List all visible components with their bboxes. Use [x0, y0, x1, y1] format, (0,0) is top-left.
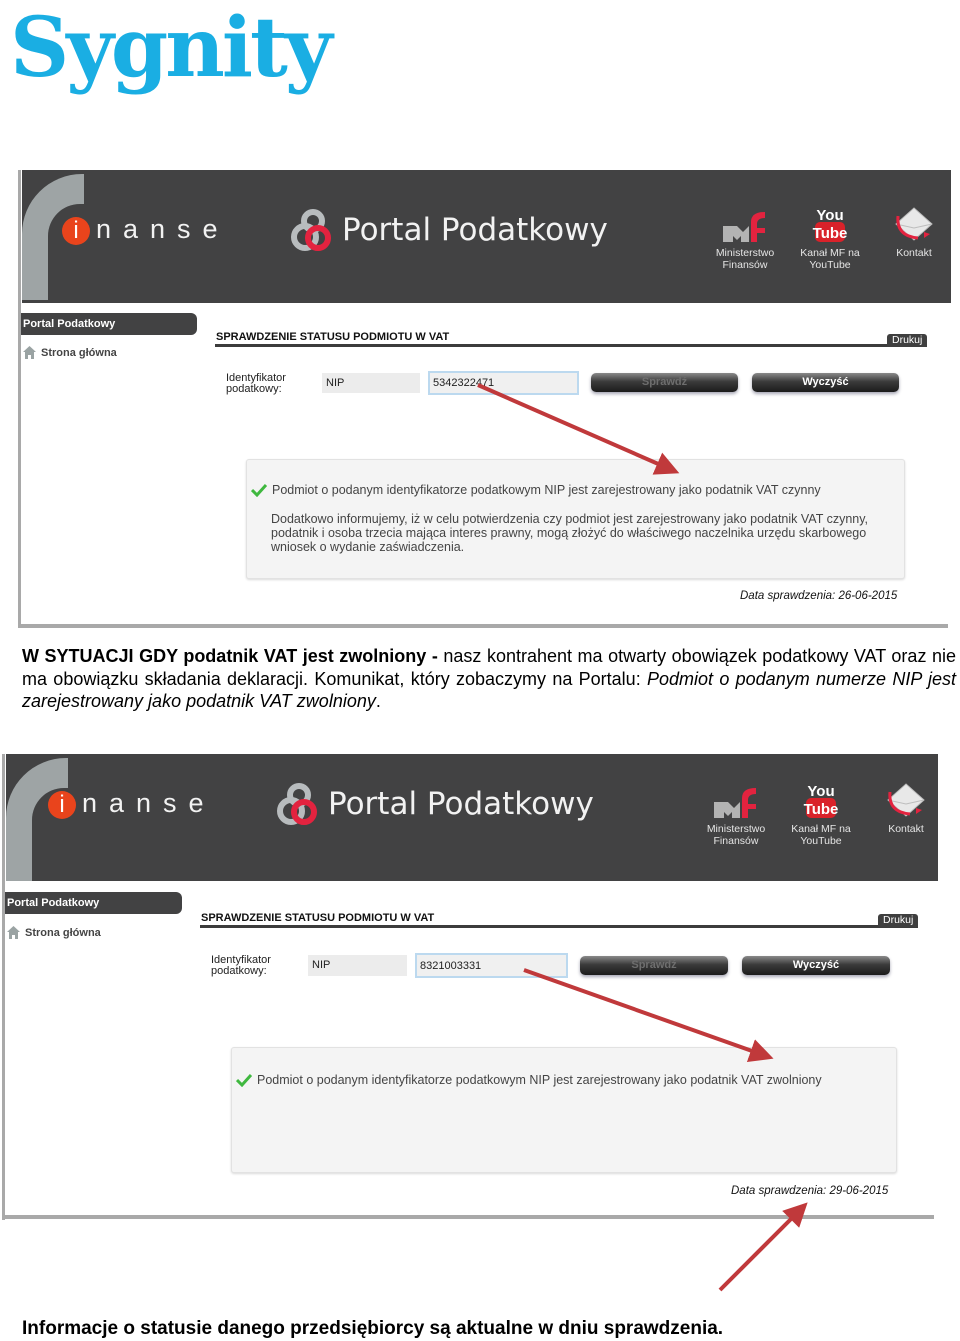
check-icon: [236, 1073, 252, 1087]
portal-title: Portal Podatkowy: [328, 786, 594, 822]
svg-text:Tube: Tube: [804, 801, 839, 818]
youtube-icon: You Tube: [804, 783, 839, 818]
field-label-line: podatkowy:: [226, 383, 282, 395]
sidebar-item-home[interactable]: Strona główna: [23, 346, 117, 359]
sidebar-header: Portal Podatkowy: [5, 892, 182, 914]
envelope-icon: [895, 207, 933, 241]
frame-border: [2, 754, 5, 1220]
clear-button[interactable]: Wyczyść: [742, 956, 890, 975]
frame-border: [18, 170, 21, 628]
nav-label: Finansów: [713, 835, 759, 847]
print-button[interactable]: Drukuj: [878, 914, 919, 927]
section-divider: [215, 344, 927, 347]
nav-label: YouTube: [809, 259, 851, 271]
result-panel: Podmiot o podanym identyfikatorze podatk…: [231, 1047, 897, 1173]
nav-label: Kontakt: [888, 823, 924, 835]
portal-rings-icon: [291, 209, 331, 251]
result-note: Dodatkowo informujemy, iż w celu potwier…: [271, 512, 869, 554]
sidebar-item-label: Strona główna: [41, 346, 117, 359]
nav-link-ministerstwo[interactable]: Ministerstwo Finansów: [696, 786, 776, 847]
finanse-i-logo: i: [48, 791, 76, 819]
nip-input[interactable]: [415, 953, 568, 978]
mf-logo-icon: [723, 212, 765, 242]
section-title: SPRAWDZENIE STATUSU PODMIOTU W VAT: [216, 331, 450, 343]
svg-text:Tube: Tube: [813, 225, 848, 242]
portal-screenshot-verified-active: i nanse Portal Podatkowy Ministerstwo Fi…: [18, 170, 952, 628]
finanse-brand-text: nanse: [82, 788, 216, 818]
portal-title: Portal Podatkowy: [342, 212, 608, 248]
paragraph-lead: W SYTUACJI GDY podatnik VAT jest zwolnio…: [22, 646, 438, 666]
portal-screenshot-verified-exempt: i nanse Portal Podatkowy Ministerstwo Fi…: [2, 754, 940, 1220]
nav-link-kontakt[interactable]: Kontakt: [874, 206, 951, 259]
id-type-field[interactable]: NIP: [308, 955, 407, 976]
mf-logo-icon: [714, 788, 756, 818]
print-button[interactable]: Drukuj: [887, 334, 928, 347]
finanse-i-logo: i: [62, 217, 90, 245]
nav-link-kontakt[interactable]: Kontakt: [866, 782, 938, 835]
envelope-icon: [887, 783, 925, 817]
result-message-text: Podmiot o podanym identyfikatorze podatk…: [272, 483, 821, 497]
result-panel: Podmiot o podanym identyfikatorze podatk…: [246, 459, 905, 579]
field-label: Identyfikator podatkowy:: [211, 955, 271, 977]
portal-banner: i nanse Portal Podatkowy Ministerstwo Fi…: [6, 754, 938, 881]
arrow-to-check-date: [718, 1202, 808, 1292]
svg-text:You: You: [816, 207, 843, 224]
svg-text:You: You: [807, 783, 834, 800]
nav-link-youtube[interactable]: You Tube Kanał MF na YouTube: [790, 207, 870, 271]
explanatory-paragraph: W SYTUACJI GDY podatnik VAT jest zwolnio…: [22, 645, 956, 713]
footer-note: Informacje o statusie danego przedsiębio…: [22, 1318, 724, 1339]
sidebar-header: Portal Podatkowy: [21, 313, 197, 335]
nav-label: Kanał MF na: [791, 823, 851, 835]
result-message: Podmiot o podanym identyfikatorze podatk…: [236, 1073, 822, 1087]
section-divider: [200, 925, 918, 928]
check-button[interactable]: Sprawdź: [580, 956, 728, 975]
result-message: Podmiot o podanym identyfikatorze podatk…: [251, 483, 821, 497]
nav-link-youtube[interactable]: You Tube Kanał MF na YouTube: [781, 783, 861, 847]
clear-button[interactable]: Wyczyść: [752, 373, 899, 392]
house-icon: [7, 926, 20, 939]
sidebar-item-label: Strona główna: [25, 926, 101, 939]
nip-input[interactable]: [428, 371, 579, 395]
nav-label: Finansów: [722, 259, 768, 271]
check-icon: [251, 483, 267, 497]
finanse-brand-text: nanse: [96, 214, 230, 244]
check-date: Data sprawdzenia: 26-06-2015: [740, 590, 898, 602]
frame-border: [18, 624, 948, 628]
check-date: Data sprawdzenia: 29-06-2015: [731, 1185, 889, 1197]
nav-label: Kontakt: [896, 247, 932, 259]
sygnity-logo: Sygnity: [10, 0, 332, 96]
check-button[interactable]: Sprawdź: [591, 373, 738, 392]
nav-link-ministerstwo[interactable]: Ministerstwo Finansów: [705, 210, 785, 271]
result-message-text: Podmiot o podanym identyfikatorze podatk…: [257, 1073, 822, 1087]
field-label-line: podatkowy:: [211, 965, 267, 977]
nav-label: Ministerstwo: [706, 823, 766, 835]
portal-banner: i nanse Portal Podatkowy Ministerstwo Fi…: [22, 170, 951, 303]
house-icon: [23, 346, 36, 359]
youtube-icon: You Tube: [813, 207, 848, 242]
id-type-field[interactable]: NIP: [322, 373, 420, 393]
field-label: Identyfikator podatkowy:: [226, 373, 286, 395]
nav-label: Kanał MF na: [800, 247, 860, 259]
nav-label: YouTube: [800, 835, 842, 847]
frame-border: [2, 1215, 934, 1219]
nav-label: Ministerstwo: [715, 247, 775, 259]
paragraph-end: .: [375, 691, 381, 711]
sidebar-item-home[interactable]: Strona główna: [7, 926, 101, 939]
section-title: SPRAWDZENIE STATUSU PODMIOTU W VAT: [201, 912, 435, 924]
portal-rings-icon: [277, 783, 317, 825]
finanse-f-logo: [6, 758, 92, 881]
